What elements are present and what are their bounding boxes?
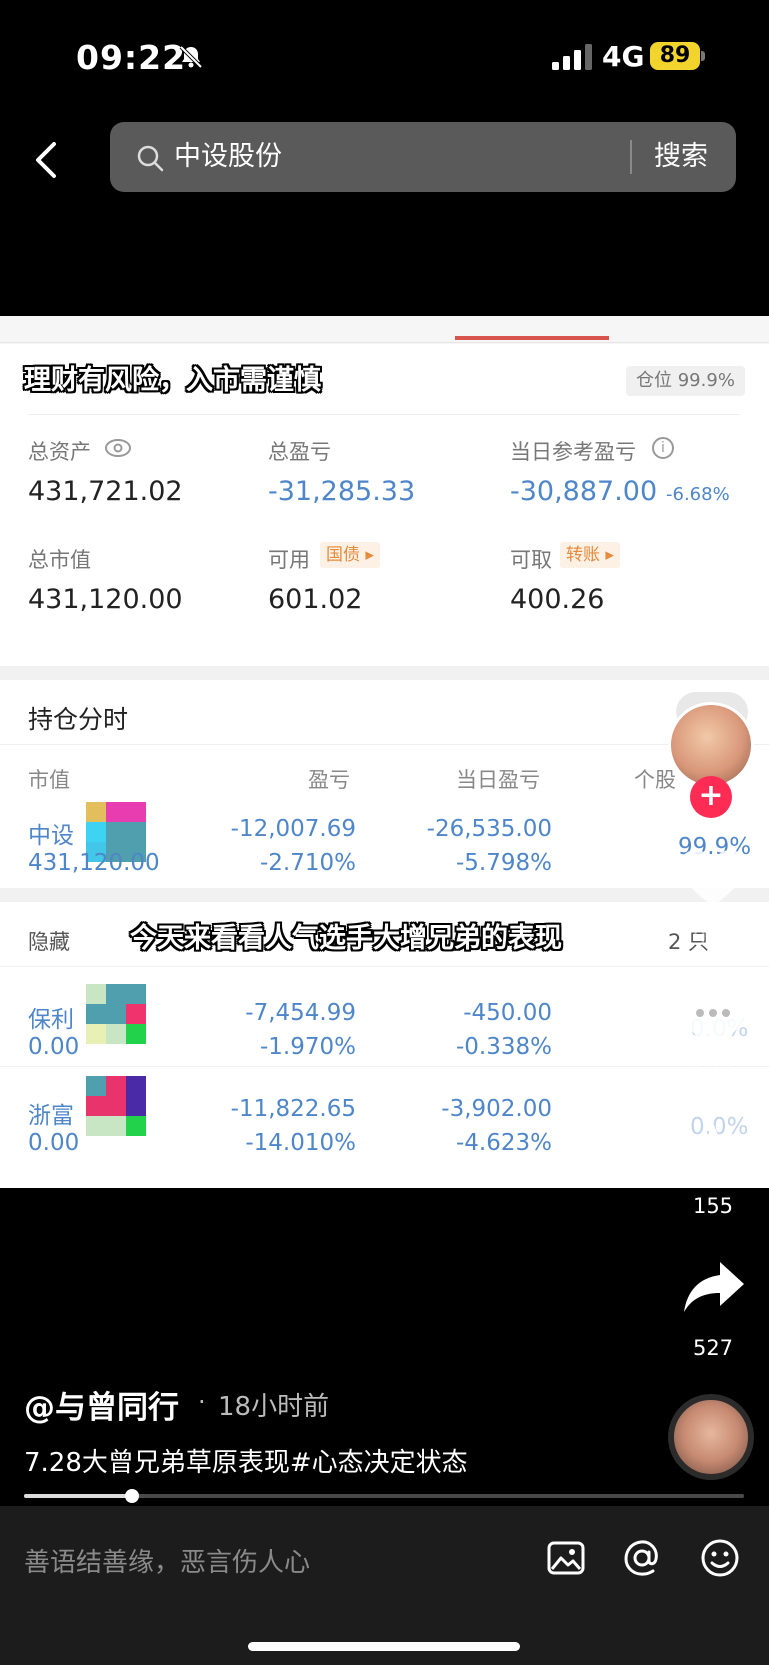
network-type: 4G	[602, 40, 645, 73]
holdings-panel: 持仓分时 市值 盈亏 当日盈亏 个股 中设 431,120.00 -12,007…	[0, 666, 769, 1188]
comment-input[interactable]: 善语结善缘，恶言伤人心	[24, 1542, 310, 1579]
position-label: 仓位	[636, 370, 672, 391]
treasury-tag-text: 国债	[326, 545, 360, 565]
total-pnl-label: 总盈亏	[268, 440, 331, 464]
stock-pnl-pct: -1.970%	[260, 1034, 356, 1060]
transfer-tag: 转账 ▸	[560, 542, 620, 568]
header-divider	[0, 744, 769, 745]
stock-name: 浙富	[28, 1103, 74, 1129]
stock-daily-pnl: -3,902.00	[441, 1096, 552, 1122]
stock-daily-pct: -0.338%	[456, 1034, 552, 1060]
comment-count: 673	[692, 1060, 734, 1084]
favorite-count: 155	[692, 1194, 734, 1218]
mention-icon[interactable]	[622, 1538, 662, 1578]
col-weight: 个股	[634, 768, 676, 792]
heart-icon[interactable]	[678, 848, 748, 910]
search-icon	[137, 145, 164, 172]
treasury-tag: 国债 ▸	[320, 542, 380, 568]
daily-pnl-label: 当日参考盈亏	[510, 440, 636, 464]
col-market-value: 市值	[28, 768, 70, 792]
stock-name: 保利	[28, 1007, 74, 1033]
emoji-icon[interactable]	[700, 1538, 740, 1578]
available-value: 601.02	[268, 584, 363, 615]
progress-handle[interactable]	[125, 1489, 139, 1503]
stock-daily-pnl: -26,535.00	[426, 816, 552, 842]
video-subtitle-top: 理财有风险，入市需谨慎	[24, 365, 321, 396]
share-icon[interactable]	[682, 1260, 746, 1314]
summary-divider	[28, 414, 740, 415]
image-icon[interactable]	[546, 1538, 586, 1578]
daily-pnl-value: -30,887.00	[510, 476, 658, 507]
search-bar[interactable]: 中设股份 搜索	[110, 122, 736, 192]
total-assets-value: 431,721.02	[28, 476, 183, 507]
transfer-tag-text: 转账	[566, 545, 600, 565]
stock-pnl: -12,007.69	[230, 816, 356, 842]
col-daily-pnl: 当日盈亏	[456, 768, 540, 792]
section-gap	[0, 888, 769, 902]
stock-value: 0.00	[28, 1130, 80, 1156]
status-bar: 09:22 4G 89	[0, 0, 769, 110]
video-frame[interactable]: 理财有风险，入市需谨慎 仓位 99.9% 总资产 431,721.02 总盈亏 …	[0, 316, 769, 1188]
battery-icon: 89	[650, 42, 700, 70]
home-indicator	[248, 1642, 520, 1651]
active-tab-indicator	[455, 336, 609, 340]
search-divider	[630, 140, 632, 174]
clock: 09:22	[76, 38, 187, 77]
censor-mosaic	[86, 1076, 146, 1136]
total-pnl-value: -31,285.33	[268, 476, 416, 507]
stock-daily-pnl: -450.00	[463, 1000, 552, 1026]
stock-value: 431,120.00	[28, 850, 160, 876]
info-icon: i	[652, 437, 674, 459]
stock-name: 中设	[28, 823, 74, 849]
like-count: 997	[692, 926, 734, 950]
daily-pnl-pct: -6.68%	[666, 484, 730, 505]
eye-icon	[105, 439, 131, 457]
available-label: 可用	[268, 548, 310, 572]
search-button[interactable]: 搜索	[654, 122, 708, 192]
post-time: 18小时前	[218, 1392, 330, 1422]
post-caption[interactable]: 7.28大曾兄弟草原表现#心态决定状态	[24, 1442, 468, 1479]
stock-pnl: -7,454.99	[245, 1000, 356, 1026]
withdrawable-value: 400.26	[510, 584, 605, 615]
withdrawable-label: 可取	[510, 548, 552, 572]
stock-daily-pct: -4.623%	[456, 1130, 552, 1156]
stock-pnl-pct: -2.710%	[260, 850, 356, 876]
market-value-label: 总市值	[28, 548, 91, 572]
censor-mosaic	[86, 984, 146, 1044]
stock-daily-pct: -5.798%	[456, 850, 552, 876]
author-name[interactable]: @与曾同行	[24, 1382, 179, 1427]
bell-muted-icon	[179, 45, 203, 69]
comment-icon[interactable]	[678, 984, 748, 1046]
col-pnl: 盈亏	[308, 768, 350, 792]
holdings-title: 持仓分时	[28, 705, 129, 734]
comment-bar: 善语结善缘，恶言伤人心	[0, 1506, 769, 1665]
market-value-value: 431,120.00	[28, 584, 183, 615]
follow-button[interactable]: +	[690, 776, 732, 818]
row-divider	[0, 1066, 769, 1067]
back-arrow-icon[interactable]	[30, 138, 64, 182]
stock-pnl: -11,822.65	[230, 1096, 356, 1122]
account-summary: 理财有风险，入市需谨慎 仓位 99.9% 总资产 431,721.02 总盈亏 …	[0, 344, 769, 666]
search-input[interactable]: 中设股份	[174, 122, 282, 192]
position-badge: 仓位 99.9%	[626, 366, 745, 396]
progress-fill	[24, 1494, 132, 1498]
position-value: 99.9%	[677, 370, 735, 391]
stock-value: 0.00	[28, 1034, 80, 1060]
video-progress[interactable]	[24, 1489, 744, 1503]
signal-icon	[552, 44, 592, 70]
row-divider	[0, 966, 769, 967]
section-gap	[0, 666, 769, 680]
tab-strip-divider	[0, 342, 769, 343]
battery-tip	[701, 51, 705, 61]
music-disc[interactable]	[668, 1394, 754, 1480]
total-assets-label: 总资产	[28, 440, 91, 464]
video-subtitle-mid: 今天来看看人气选手大增兄弟的表现	[130, 923, 562, 954]
hidden-label: 隐藏	[28, 930, 70, 954]
share-count: 527	[692, 1336, 734, 1360]
separator-dot: ·	[198, 1388, 206, 1416]
star-icon[interactable]	[678, 1120, 748, 1186]
stock-pnl-pct: -14.010%	[245, 1130, 356, 1156]
